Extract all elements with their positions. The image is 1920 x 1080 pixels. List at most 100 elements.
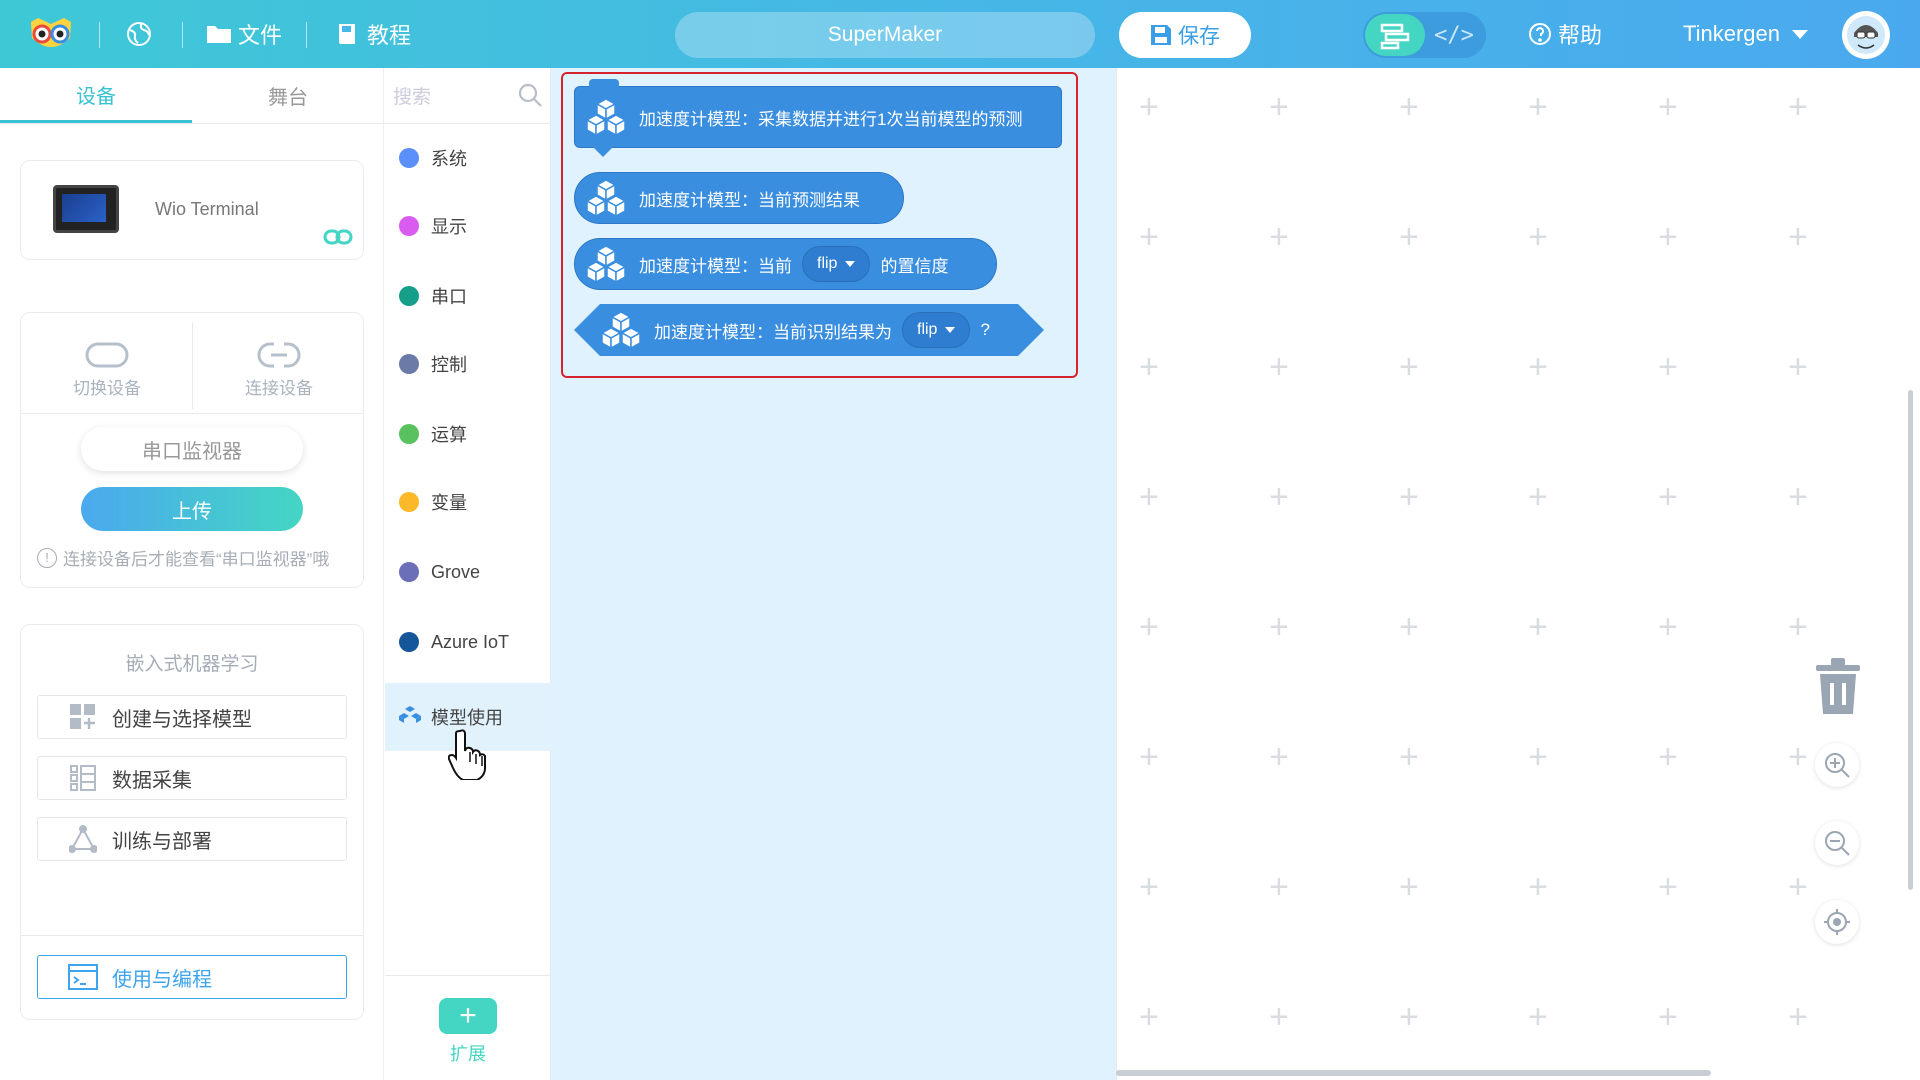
grid-cross: + [1658, 608, 1678, 646]
category-dot [399, 562, 419, 582]
category-dot [399, 148, 419, 168]
left-panel: 设备 舞台 Wio Terminal 切换设备 连接设备 串口监视器 上传 ! … [0, 68, 384, 1080]
extension-button[interactable]: + 扩展 [437, 998, 499, 1066]
search-icon[interactable] [517, 82, 543, 108]
grid-cross: + [1658, 218, 1678, 256]
link-icon[interactable] [323, 227, 353, 253]
category-divider [385, 975, 551, 976]
category-dot [399, 492, 419, 512]
zoom-in-button[interactable] [1815, 743, 1859, 787]
grid-cross: + [1269, 218, 1289, 256]
connect-device-button[interactable]: 连接设备 [193, 323, 365, 415]
book-icon [339, 24, 355, 44]
zoom-out-button[interactable] [1815, 821, 1859, 865]
vertical-scrollbar[interactable] [1908, 390, 1913, 890]
serial-monitor-button[interactable]: 串口监视器 [81, 427, 303, 471]
cubes-icon [399, 705, 423, 730]
grid-cross: + [1788, 738, 1808, 776]
category-display[interactable]: 显示 [385, 192, 551, 260]
category-label: 显示 [431, 217, 467, 237]
grid-cross: + [1528, 868, 1548, 906]
grid-cross: + [1788, 218, 1808, 256]
grid-cross: + [1269, 998, 1289, 1036]
connect-device-label: 连接设备 [245, 378, 313, 398]
grid-cross: + [1658, 998, 1678, 1036]
category-azure-iot[interactable]: Azure IoT [385, 608, 551, 676]
code-mode-icon[interactable]: </> [1428, 14, 1480, 56]
panel-tabs: 设备 舞台 [0, 68, 384, 124]
category-dot [399, 354, 419, 374]
grid-cross: + [1269, 478, 1289, 516]
top-bar: 文件 教程 SuperMaker 保存 </> 帮助 Tinkergen [0, 0, 1920, 68]
grid-cross: + [1399, 868, 1419, 906]
save-button[interactable]: 保存 [1119, 12, 1251, 58]
switch-device-label: 切换设备 [73, 378, 141, 398]
owl-logo-icon[interactable] [28, 0, 74, 68]
grid-cross: + [1528, 348, 1548, 386]
blocks-mode-icon[interactable] [1365, 14, 1425, 56]
category-label: 系统 [431, 149, 467, 169]
connect-hint: ! 连接设备后才能查看“串口监视器”哦 [37, 545, 329, 570]
tab-stage[interactable]: 舞台 [192, 68, 384, 123]
ml-divider [21, 935, 363, 936]
grid-cross: + [1658, 868, 1678, 906]
category-dot [399, 632, 419, 652]
grid-cross: + [1399, 998, 1419, 1036]
device-card[interactable]: Wio Terminal [20, 160, 364, 260]
category-dot [399, 286, 419, 306]
upload-button[interactable]: 上传 [81, 487, 303, 531]
grid-cross: + [1788, 348, 1808, 386]
model-grid-icon [68, 702, 98, 732]
train-deploy-button[interactable]: 训练与部署 [37, 817, 347, 861]
chevron-down-icon [1792, 29, 1809, 39]
category-system[interactable]: 系统 [385, 124, 551, 192]
tutorial-menu[interactable]: 教程 [337, 0, 411, 68]
tutorial-menu-label: 教程 [367, 23, 412, 48]
recenter-button[interactable] [1815, 900, 1859, 944]
create-model-button[interactable]: 创建与选择模型 [37, 695, 347, 739]
horizontal-scrollbar[interactable] [1116, 1070, 1711, 1076]
help-menu[interactable]: 帮助 [1528, 0, 1602, 68]
grid-cross: + [1399, 348, 1419, 386]
category-control[interactable]: 控制 [385, 330, 551, 398]
block-categories: 搜索 系统 显示 串口 控制 运算 变量 Grove Azure IoT 模型使… [385, 68, 551, 1080]
project-name-field[interactable]: SuperMaker [675, 12, 1095, 58]
file-menu[interactable]: 文件 [206, 0, 282, 68]
grid-cross: + [1269, 738, 1289, 776]
category-label: Grove [431, 561, 481, 582]
tab-device[interactable]: 设备 [0, 68, 192, 123]
use-program-button[interactable]: 使用与编程 [37, 955, 347, 999]
help-label: 帮助 [1558, 23, 1603, 48]
category-label: 变量 [431, 493, 467, 513]
user-menu[interactable]: Tinkergen [1683, 0, 1809, 68]
category-operators[interactable]: 运算 [385, 400, 551, 468]
data-collection-button[interactable]: 数据采集 [37, 756, 347, 800]
grid-cross: + [1139, 478, 1159, 516]
grid-cross: + [1399, 738, 1419, 776]
grid-cross: + [1528, 738, 1548, 776]
language-globe-icon[interactable] [126, 0, 152, 68]
device-actions-card: 切换设备 连接设备 串口监视器 上传 ! 连接设备后才能查看“串口监视器”哦 [20, 312, 364, 588]
code-workspace[interactable]: + + + + + + + + + + + + + + + + + + + + + + + + + + + + + + + + + + + + + + + +… [1116, 68, 1920, 1080]
grid-cross: + [1658, 348, 1678, 386]
search-field[interactable]: 搜索 [385, 68, 551, 124]
switch-device-button[interactable]: 切换设备 [21, 323, 193, 415]
category-label: 控制 [431, 355, 467, 375]
connect-hint-text: 连接设备后才能查看“串口监视器”哦 [63, 550, 330, 569]
category-grove[interactable]: Grove [385, 538, 551, 606]
category-serial[interactable]: 串口 [385, 262, 551, 330]
grid-cross: + [1139, 738, 1159, 776]
grid-cross: + [1139, 868, 1159, 906]
grid-cross: + [1788, 88, 1808, 126]
switch-icon [85, 342, 129, 367]
category-variables[interactable]: 变量 [385, 468, 551, 536]
trash-icon[interactable] [1812, 655, 1864, 717]
grid-cross: + [1269, 348, 1289, 386]
grid-cross: + [1269, 88, 1289, 126]
editor-mode-toggle[interactable]: </> [1363, 12, 1486, 58]
grid-cross: + [1269, 868, 1289, 906]
connect-icon [257, 342, 301, 367]
wio-terminal-image [53, 185, 119, 233]
avatar[interactable] [1842, 11, 1890, 59]
save-label: 保存 [1178, 25, 1220, 48]
